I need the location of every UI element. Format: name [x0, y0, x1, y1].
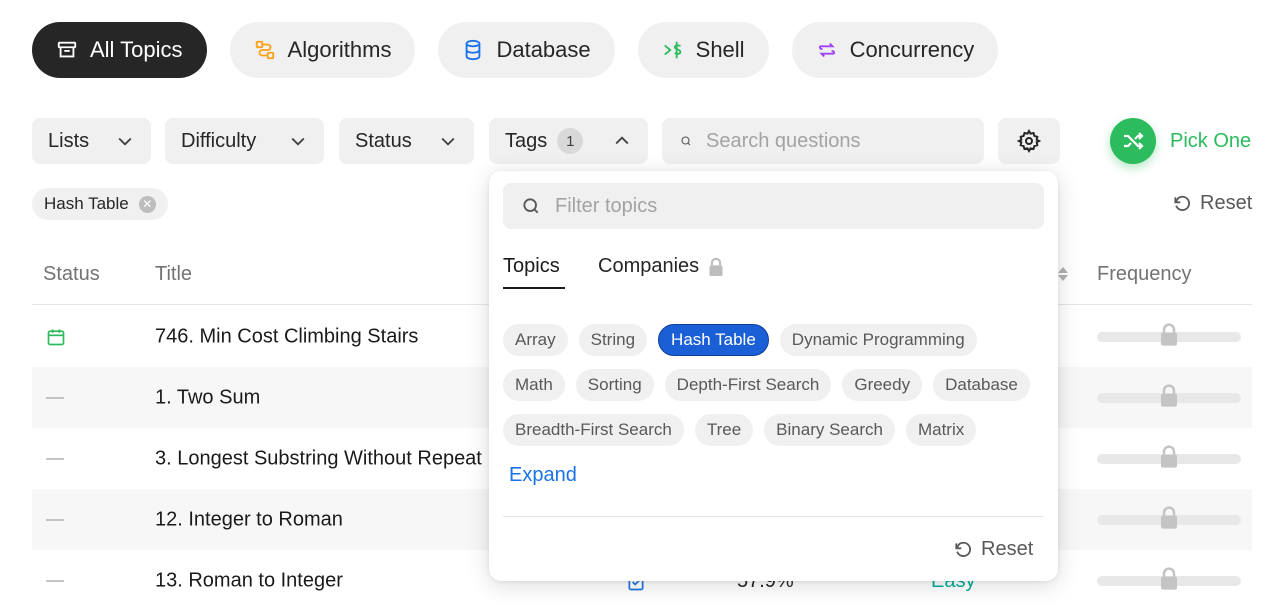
- topic-tag-list: Array String Hash Table Dynamic Programm…: [503, 324, 1048, 491]
- problem-title[interactable]: 13. Roman to Integer: [155, 569, 343, 592]
- tags-dropdown-panel: Topics Companies Array String Hash Table…: [489, 171, 1058, 581]
- reset-label: Reset: [1200, 192, 1253, 214]
- topic-filter-input[interactable]: [555, 194, 1015, 218]
- tab-topics[interactable]: Topics: [503, 255, 560, 278]
- category-label: All Topics: [90, 37, 183, 62]
- panel-reset-label: Reset: [981, 538, 1034, 560]
- lock-icon: [1161, 444, 1177, 468]
- tab-companies[interactable]: Companies: [598, 255, 725, 278]
- concurrency-icon: [818, 42, 835, 58]
- topic-tag[interactable]: Array: [503, 324, 568, 356]
- remove-chip-icon[interactable]: ✕: [138, 195, 156, 213]
- category-algorithms[interactable]: Algorithms: [229, 22, 416, 78]
- topic-tag[interactable]: String: [578, 324, 648, 356]
- category-all-topics[interactable]: All Topics: [32, 22, 207, 78]
- topic-tag[interactable]: Math: [503, 369, 565, 401]
- expand-link[interactable]: Expand: [503, 459, 583, 491]
- reset-icon: [1174, 195, 1190, 211]
- panel-divider: [503, 516, 1044, 517]
- tags-filter-wrap: Tags 1: [505, 128, 584, 154]
- chevron-down-icon: [291, 137, 305, 146]
- status-none-icon: [46, 396, 64, 399]
- pick-one-button[interactable]: Pick One: [1110, 118, 1251, 164]
- tags-filter-label: Tags: [505, 129, 548, 152]
- reset-filters-button[interactable]: Reset: [1172, 192, 1252, 215]
- category-shell[interactable]: Shell: [637, 22, 769, 78]
- lock-icon: [1161, 566, 1177, 590]
- chevron-up-icon: [615, 136, 629, 145]
- panel-reset-button[interactable]: Reset: [953, 538, 1033, 561]
- tab-topics-label: Topics: [503, 255, 560, 277]
- chevron-down-icon: [441, 137, 455, 146]
- topic-tag-selected[interactable]: Hash Table: [658, 324, 769, 356]
- problem-title[interactable]: 12. Integer to Roman: [155, 508, 343, 531]
- active-tag-label: Hash Table: [44, 194, 129, 213]
- status-none-icon: [46, 579, 64, 582]
- lists-filter[interactable]: Lists: [32, 118, 151, 164]
- lock-icon: [1161, 505, 1177, 529]
- topic-tag[interactable]: Dynamic Programming: [779, 324, 977, 356]
- category-database[interactable]: Database: [438, 22, 615, 78]
- topic-tag[interactable]: Greedy: [842, 369, 923, 401]
- pick-one-label: Pick One: [1170, 129, 1252, 152]
- header-frequency[interactable]: Frequency: [1097, 263, 1192, 286]
- category-label: Database: [496, 37, 591, 62]
- archive-icon: [57, 41, 77, 58]
- topic-tag[interactable]: Matrix: [905, 414, 977, 446]
- difficulty-filter-label: Difficulty: [181, 129, 257, 152]
- tab-active-underline: [503, 287, 565, 289]
- topic-tag[interactable]: Database: [933, 369, 1030, 401]
- problem-title[interactable]: 746. Min Cost Climbing Stairs: [155, 325, 418, 348]
- topic-tag[interactable]: Tree: [694, 414, 754, 446]
- category-concurrency[interactable]: Concurrency: [791, 22, 999, 78]
- shuffle-icon: [1124, 132, 1144, 150]
- lock-icon: [709, 257, 723, 276]
- question-search: [662, 118, 984, 164]
- topic-tag[interactable]: Sorting: [575, 369, 654, 401]
- problem-title[interactable]: 3. Longest Substring Without Repeat: [155, 447, 482, 470]
- search-input[interactable]: [706, 129, 966, 153]
- status-none-icon: [46, 457, 64, 460]
- status-filter[interactable]: Status: [339, 118, 474, 164]
- calendar-icon: [47, 329, 65, 345]
- tags-filter[interactable]: Tags 1: [489, 118, 648, 164]
- reset-icon: [955, 541, 971, 557]
- settings-button[interactable]: [998, 118, 1060, 164]
- lists-filter-label: Lists: [48, 129, 90, 152]
- lock-icon: [1161, 383, 1177, 407]
- active-tag-chip: Hash Table ✕: [32, 188, 168, 220]
- topic-tag[interactable]: Breadth-First Search: [503, 414, 684, 446]
- header-status[interactable]: Status: [43, 263, 100, 286]
- database-icon: [466, 39, 481, 61]
- status-none-icon: [46, 518, 64, 521]
- topic-filter-box: [503, 183, 1044, 229]
- difficulty-filter[interactable]: Difficulty: [165, 118, 324, 164]
- problem-title[interactable]: 1. Two Sum: [155, 386, 260, 409]
- tab-companies-label: Companies: [598, 255, 700, 277]
- lock-icon: [1161, 322, 1177, 346]
- shell-icon: [663, 41, 681, 59]
- header-title[interactable]: Title: [155, 263, 192, 286]
- search-icon: [523, 198, 539, 214]
- chevron-down-icon: [118, 137, 132, 146]
- category-bar: All Topics Algorithms Database Shell Con…: [32, 22, 999, 78]
- gear-icon: [1017, 129, 1041, 153]
- tags-count-badge: 1: [557, 128, 584, 154]
- sort-icon[interactable]: [1057, 266, 1069, 282]
- category-label: Algorithms: [287, 37, 392, 62]
- search-icon: [681, 136, 691, 146]
- topic-tag[interactable]: Depth-First Search: [664, 369, 832, 401]
- flow-icon: [255, 40, 274, 60]
- category-label: Concurrency: [849, 37, 975, 62]
- category-label: Shell: [695, 37, 745, 62]
- shuffle-button-circle: [1110, 118, 1156, 164]
- topic-tag[interactable]: Binary Search: [764, 414, 895, 446]
- status-filter-label: Status: [355, 129, 412, 152]
